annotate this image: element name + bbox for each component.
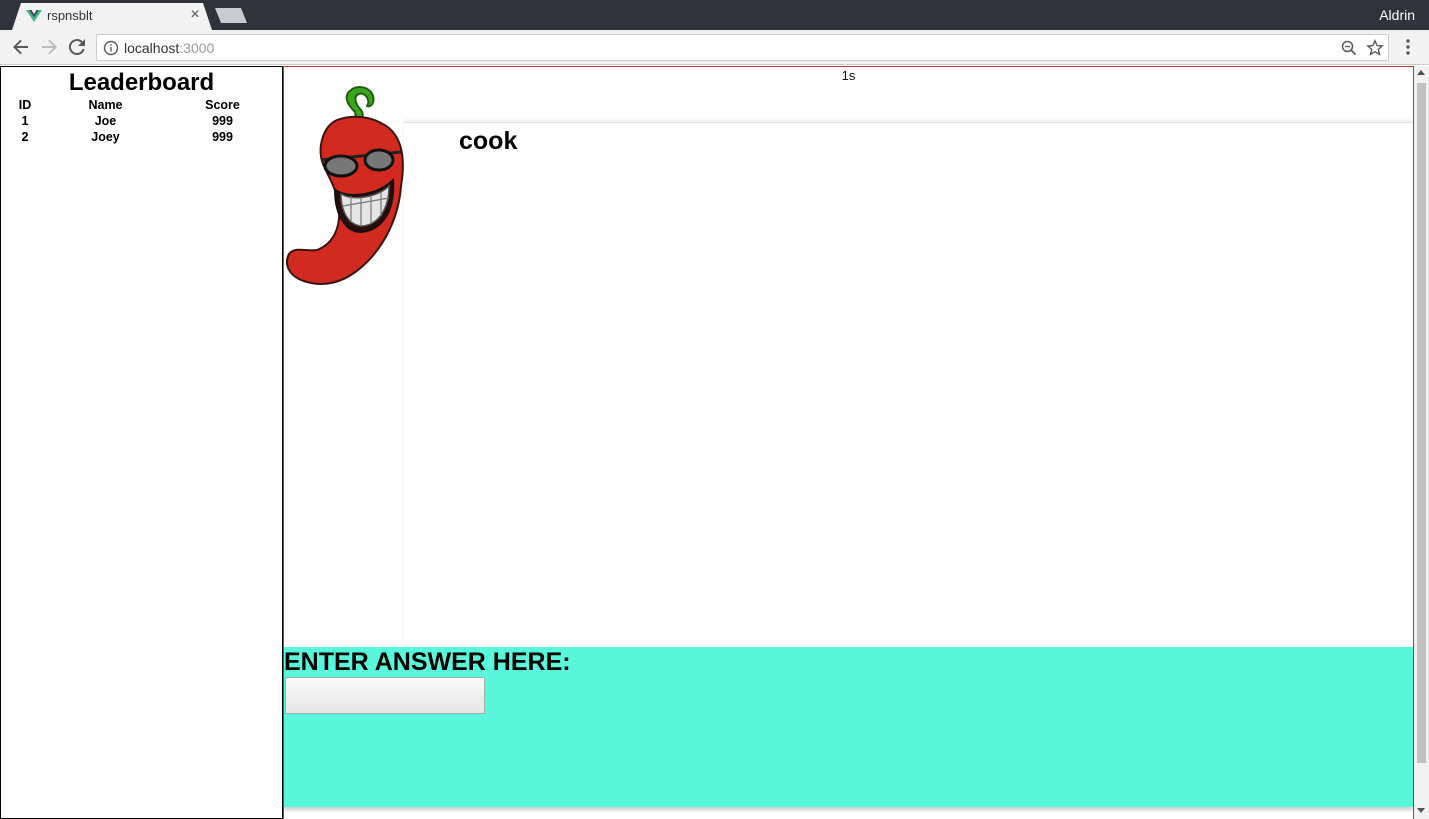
browser-toolbar: localhost:3000: [0, 30, 1429, 65]
back-button[interactable]: [10, 36, 32, 58]
forward-arrow-icon: [42, 39, 57, 55]
table-header-row: ID Name Score: [5, 97, 279, 113]
word-area: cook: [404, 122, 1413, 647]
reload-icon: [69, 39, 85, 55]
answer-label: ENTER ANSWER HERE:: [284, 648, 571, 676]
row-name: Joey: [91, 130, 120, 144]
forward-button[interactable]: [38, 36, 60, 58]
table-row: 2 Joey 999: [5, 129, 279, 145]
page-scrollbar[interactable]: [1414, 66, 1429, 819]
row-name: Joe: [94, 114, 117, 128]
back-arrow-icon: [13, 39, 28, 55]
close-icon[interactable]: ×: [187, 6, 203, 24]
profile-name[interactable]: Aldrin: [1379, 7, 1415, 23]
star-icon[interactable]: [1366, 39, 1384, 57]
game-panel: 1s cook ENTER ANSWER HERE:: [283, 66, 1414, 819]
page-content: Leaderboard ID Name Score 1 Joe 999 2 Jo…: [0, 66, 1429, 819]
url-text: localhost:3000: [124, 40, 215, 56]
row-id: 1: [21, 114, 29, 128]
answer-panel: ENTER ANSWER HERE:: [284, 647, 1413, 807]
leaderboard-table: ID Name Score 1 Joe 999 2 Joey 999: [5, 97, 279, 145]
new-tab-button[interactable]: [215, 8, 247, 23]
row-score: 999: [212, 130, 233, 144]
prompt-word: cook: [459, 127, 518, 155]
address-bar[interactable]: localhost:3000: [96, 34, 1389, 61]
column-header-name: Name: [88, 98, 123, 112]
vue-favicon-icon: [26, 10, 42, 22]
column-header-id: ID: [18, 98, 32, 112]
tab-title: rspnsblt: [47, 8, 93, 23]
scroll-down-arrow-icon[interactable]: [1417, 808, 1425, 813]
zoom-icon[interactable]: [1340, 39, 1358, 57]
leaderboard-title: Leaderboard: [68, 69, 215, 96]
scroll-up-arrow-icon[interactable]: [1417, 70, 1425, 75]
column-header-score: Score: [205, 98, 240, 112]
browser-tab-bar: rspnsblt × Aldrin: [0, 0, 1429, 30]
browser-tab[interactable]: rspnsblt ×: [12, 3, 212, 30]
chili-pepper-mascot: [286, 86, 404, 285]
answer-input[interactable]: [285, 677, 485, 714]
row-score: 999: [212, 114, 233, 128]
leaderboard-panel: Leaderboard ID Name Score 1 Joe 999 2 Jo…: [0, 66, 283, 819]
menu-icon[interactable]: [1398, 36, 1418, 58]
reload-button[interactable]: [66, 36, 88, 58]
scroll-thumb[interactable]: [1417, 83, 1426, 763]
info-icon[interactable]: [102, 39, 120, 57]
table-row: 1 Joe 999: [5, 113, 279, 129]
timer: 1s: [841, 68, 856, 83]
row-id: 2: [21, 130, 29, 144]
